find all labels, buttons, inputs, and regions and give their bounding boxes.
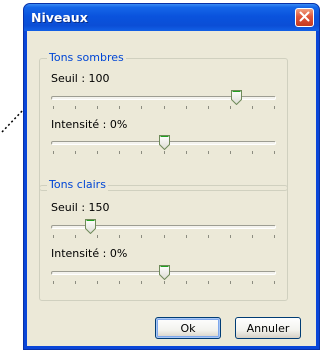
slider-tick	[53, 281, 54, 284]
slider-tick	[119, 281, 121, 284]
slider-tick	[163, 235, 165, 238]
slider-tick	[119, 151, 121, 154]
slider-tick	[229, 235, 231, 238]
slider-tick	[119, 235, 121, 238]
slider-tick	[274, 151, 275, 154]
slider-tick	[251, 106, 253, 109]
slider-ticks	[53, 281, 275, 284]
slider-track[interactable]	[51, 96, 276, 100]
slider-tick	[97, 106, 99, 109]
slider-tick	[185, 235, 187, 238]
slider-tick	[53, 235, 54, 238]
group-legend: Tons clairs	[47, 178, 108, 191]
slider-tick	[207, 151, 209, 154]
slider-tick	[141, 106, 143, 109]
slider-tick	[141, 151, 143, 154]
slider-thumb-icon[interactable]	[230, 90, 242, 106]
slider-tick	[119, 106, 121, 109]
slider-tick	[274, 235, 275, 238]
slider-tick	[274, 106, 275, 109]
intensite-label: Intensité : 0%	[51, 118, 128, 131]
group-tons-sombres: Tons sombres Seuil : 100 Intensité : 0%	[39, 51, 288, 191]
slider-thumb-icon[interactable]	[158, 135, 170, 151]
seuil-label: Seuil : 100	[51, 72, 110, 85]
slider-tick	[251, 281, 253, 284]
cancel-button[interactable]: Annuler	[235, 317, 301, 339]
slider-ticks	[53, 106, 275, 109]
seuil-slider[interactable]	[51, 218, 276, 238]
slider-tick	[141, 281, 143, 284]
group-legend: Tons sombres	[47, 51, 126, 64]
slider-tick	[75, 106, 77, 109]
close-button[interactable]	[295, 8, 314, 27]
slider-thumb-icon[interactable]	[84, 219, 96, 235]
slider-tick	[141, 235, 143, 238]
title-bar[interactable]: Niveaux	[24, 4, 319, 31]
slider-ticks	[53, 235, 275, 238]
slider-tick	[75, 281, 77, 284]
slider-tick	[53, 151, 54, 154]
slider-tick	[251, 235, 253, 238]
slider-tick	[185, 106, 187, 109]
niveaux-dialog: Niveaux Tons sombres Seuil : 100 Intensi…	[23, 3, 320, 350]
seuil-slider[interactable]	[51, 89, 276, 109]
slider-tick	[207, 281, 209, 284]
group-tons-clairs: Tons clairs Seuil : 150 Intensité : 0%	[39, 178, 288, 301]
slider-tick	[97, 235, 99, 238]
slider-tick	[207, 235, 209, 238]
slider-tick	[53, 106, 54, 109]
intensite-slider[interactable]	[51, 134, 276, 154]
slider-tick	[207, 106, 209, 109]
intensite-slider[interactable]	[51, 264, 276, 284]
slider-tick	[274, 281, 275, 284]
slider-tick	[251, 151, 253, 154]
slider-tick	[163, 106, 165, 109]
slider-tick	[163, 281, 165, 284]
seuil-label: Seuil : 150	[51, 201, 110, 214]
slider-tick	[75, 151, 77, 154]
slider-thumb-icon[interactable]	[158, 265, 170, 281]
slider-tick	[229, 151, 231, 154]
window-title: Niveaux	[31, 10, 88, 25]
slider-tick	[229, 106, 231, 109]
dialog-body: Tons sombres Seuil : 100 Intensité : 0% …	[27, 31, 316, 346]
close-icon	[299, 11, 310, 25]
slider-tick	[97, 151, 99, 154]
slider-tick	[75, 235, 77, 238]
slider-tick	[185, 281, 187, 284]
slider-ticks	[53, 151, 275, 154]
slider-tick	[185, 151, 187, 154]
slider-tick	[97, 281, 99, 284]
slider-tick	[229, 281, 231, 284]
slider-tick	[163, 151, 165, 154]
ok-button[interactable]: Ok	[155, 317, 221, 339]
intensite-label: Intensité : 0%	[51, 247, 128, 260]
